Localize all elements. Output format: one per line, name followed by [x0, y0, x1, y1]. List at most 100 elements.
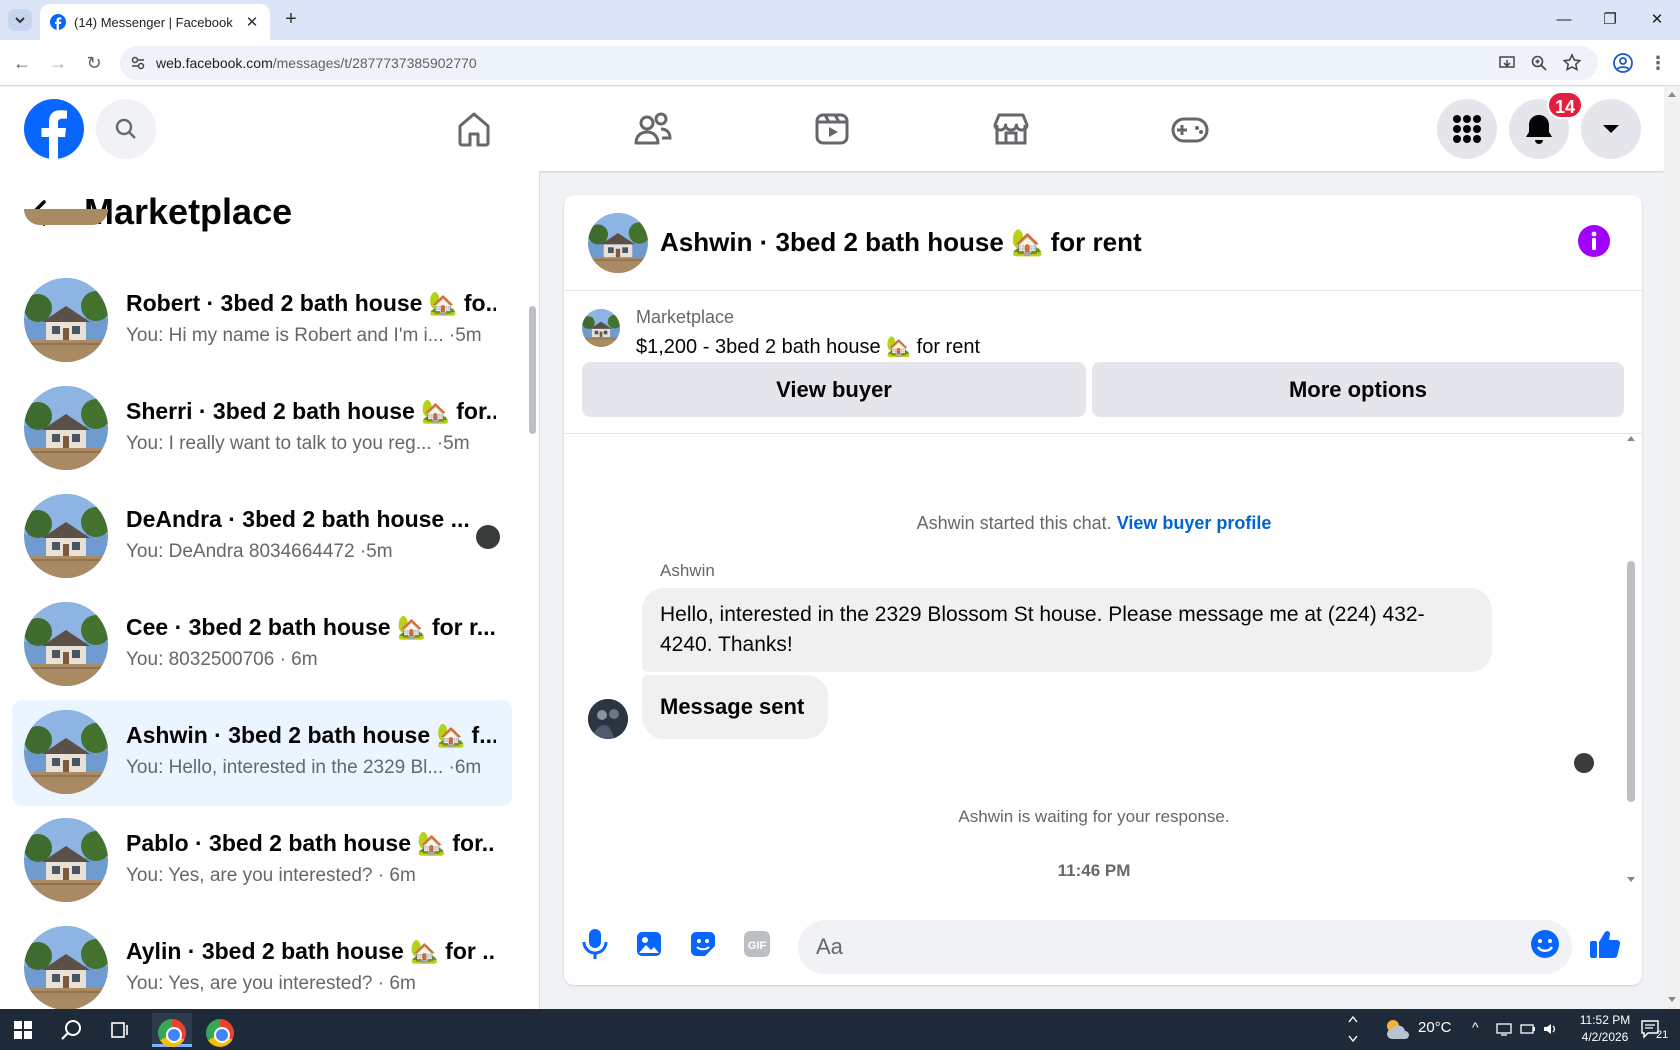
watch-nav-button[interactable] [808, 105, 856, 153]
scroll-up-icon[interactable] [1668, 91, 1676, 97]
message-scrollbar[interactable] [1624, 435, 1638, 895]
conversation-item[interactable]: DeAndra · 3bed 2 bath house ... You: DeAn… [12, 484, 512, 590]
marketplace-nav-button[interactable] [987, 105, 1035, 153]
facebook-logo[interactable] [24, 99, 84, 159]
weather-temperature[interactable]: 20°C [1418, 1019, 1452, 1036]
conversation-item[interactable]: Robert · 3bed 2 bath house 🏡 fo... You: H… [12, 268, 512, 374]
taskbar-search-button[interactable] [52, 1013, 92, 1047]
restore-icon[interactable]: ❐ [1598, 8, 1622, 32]
volume-icon[interactable] [1542, 1021, 1558, 1037]
message-timestamp: 11:46 PM [1057, 861, 1131, 880]
start-button[interactable] [3, 1013, 43, 1047]
message-bubble[interactable]: Hello, interested in the 2329 Blossom St… [642, 588, 1492, 672]
sticker-icon [691, 932, 715, 956]
close-tab-icon[interactable]: ✕ [244, 14, 260, 31]
task-view-button[interactable] [100, 1013, 140, 1047]
voice-clip-button[interactable] [578, 927, 612, 961]
chat-listing-avatar[interactable] [588, 213, 648, 273]
read-receipt-avatar [1574, 753, 1594, 773]
chrome-icon [158, 1019, 186, 1047]
house-photo-icon [24, 926, 108, 1009]
conversation-name: Sherri · 3bed 2 bath house 🏡 for... [126, 398, 496, 424]
conversation-preview: You: Hi my name is Robert and I'm i... ·… [126, 325, 482, 346]
gif-button[interactable]: GIF [740, 927, 774, 961]
bookmark-star-icon[interactable] [1562, 53, 1582, 73]
microphone-icon [582, 929, 608, 959]
conversation-thumbnail [24, 926, 108, 1009]
window-close-icon[interactable]: ✕ [1645, 8, 1669, 32]
new-tab-button[interactable]: + [280, 9, 302, 31]
conversation-item[interactable]: Cee · 3bed 2 bath house 🏡 for r... You: 8… [12, 592, 512, 698]
conversation-item[interactable]: Ashwin · 3bed 2 bath house 🏡 f... You: He… [12, 700, 512, 806]
conversation-item[interactable]: Aylin · 3bed 2 bath house 🏡 for ... You: … [12, 916, 512, 1009]
house-photo-icon [588, 213, 648, 273]
zoom-icon[interactable] [1530, 54, 1548, 72]
scroll-up-icon[interactable] [1627, 435, 1635, 441]
conversation-list-scrollbar[interactable] [528, 246, 536, 1006]
house-photo-icon [24, 386, 108, 470]
browser-menu-icon[interactable]: ⋮ [1646, 51, 1670, 75]
conversation-preview: You: DeAndra 8034664472 ·5m [126, 541, 393, 562]
conversation-item[interactable]: Pablo · 3bed 2 bath house 🏡 for... You: Y… [12, 808, 512, 914]
taskbar-chrome-app[interactable] [200, 1013, 240, 1047]
menu-button[interactable] [1437, 99, 1497, 159]
account-button[interactable] [1581, 99, 1641, 159]
profile-icon[interactable] [1612, 52, 1634, 74]
tray-overflow-icon[interactable]: ^ [1472, 1019, 1479, 1035]
sender-avatar[interactable] [588, 699, 628, 739]
weather-cloud-icon [1387, 1020, 1409, 1039]
taskbar-chrome-app-active[interactable] [152, 1013, 192, 1047]
page-scrollbar[interactable] [1664, 87, 1680, 1009]
conversation-preview: You: 8032500706 · 6m [126, 649, 318, 670]
friends-nav-button[interactable] [629, 105, 677, 153]
site-info-icon[interactable] [130, 55, 146, 71]
emoji-button[interactable] [1528, 927, 1562, 961]
tab-search-button[interactable] [8, 9, 32, 31]
browser-tab-messenger[interactable]: (14) Messenger | Facebook ✕ [40, 4, 270, 40]
chat-header: Ashwin · 3bed 2 bath house 🏡 for rent [564, 195, 1642, 291]
gaming-icon [1171, 117, 1209, 143]
taskbar-clock[interactable]: 11:52 PM 4/2/2026 [1560, 1012, 1650, 1046]
avatar-photo-icon [588, 699, 628, 739]
message-sender-name: Ashwin [660, 561, 715, 580]
marketplace-icon [993, 113, 1029, 145]
view-buyer-button[interactable]: View buyer [582, 362, 1086, 417]
reload-icon[interactable]: ↻ [82, 51, 106, 75]
taskbar-scroll-icon[interactable] [1348, 1014, 1358, 1044]
sticker-button[interactable] [686, 927, 720, 961]
forward-arrow-icon[interactable]: → [46, 51, 70, 75]
conversation-thumbnail [24, 494, 108, 578]
search-button[interactable] [96, 99, 156, 159]
home-nav-button[interactable] [450, 105, 498, 153]
conversation-item[interactable]: Sherri · 3bed 2 bath house 🏡 for... You: … [12, 376, 512, 482]
listing-thumbnail[interactable] [582, 309, 620, 347]
browser-toolbar: ← → ↻ web.facebook.com/messages/t/287773… [0, 40, 1680, 86]
conversation-thumbnail [24, 386, 108, 470]
conversation-info-button[interactable] [1578, 225, 1610, 257]
listing-title[interactable]: $1,200 - 3bed 2 bath house 🏡 for rent [636, 334, 980, 359]
url-path: /messages/t/2877737385902770 [272, 55, 477, 71]
address-bar[interactable]: web.facebook.com/messages/t/287773738590… [120, 46, 1598, 80]
waiting-notice: Ashwin is waiting for your response. [958, 807, 1230, 826]
more-options-button[interactable]: More options [1092, 362, 1624, 417]
conversation-thumbnail-partial[interactable] [24, 209, 108, 225]
house-photo-icon [24, 818, 108, 902]
view-buyer-profile-link[interactable]: View buyer profile [1117, 513, 1272, 533]
network-icon[interactable] [1496, 1021, 1512, 1037]
scroll-down-icon[interactable] [1668, 997, 1676, 1003]
scrollbar-thumb[interactable] [1627, 561, 1635, 802]
minimize-icon[interactable]: — [1552, 8, 1576, 32]
scroll-down-icon[interactable] [1627, 877, 1635, 883]
scrollbar-thumb[interactable] [529, 306, 536, 434]
send-like-button[interactable] [1588, 927, 1622, 961]
message-sent-bubble[interactable]: Message sent [642, 675, 829, 739]
message-input[interactable] [798, 920, 1572, 974]
attach-photo-button[interactable] [632, 927, 666, 961]
chat-title[interactable]: Ashwin · 3bed 2 bath house 🏡 for rent [660, 227, 1142, 258]
battery-icon[interactable] [1520, 1021, 1536, 1037]
back-arrow-icon[interactable]: ← [10, 51, 34, 75]
conversation-preview: You: Yes, are you interested? · 6m [126, 973, 416, 994]
house-photo-icon [24, 602, 108, 686]
install-app-icon[interactable] [1498, 54, 1516, 72]
gaming-nav-button[interactable] [1166, 105, 1214, 153]
